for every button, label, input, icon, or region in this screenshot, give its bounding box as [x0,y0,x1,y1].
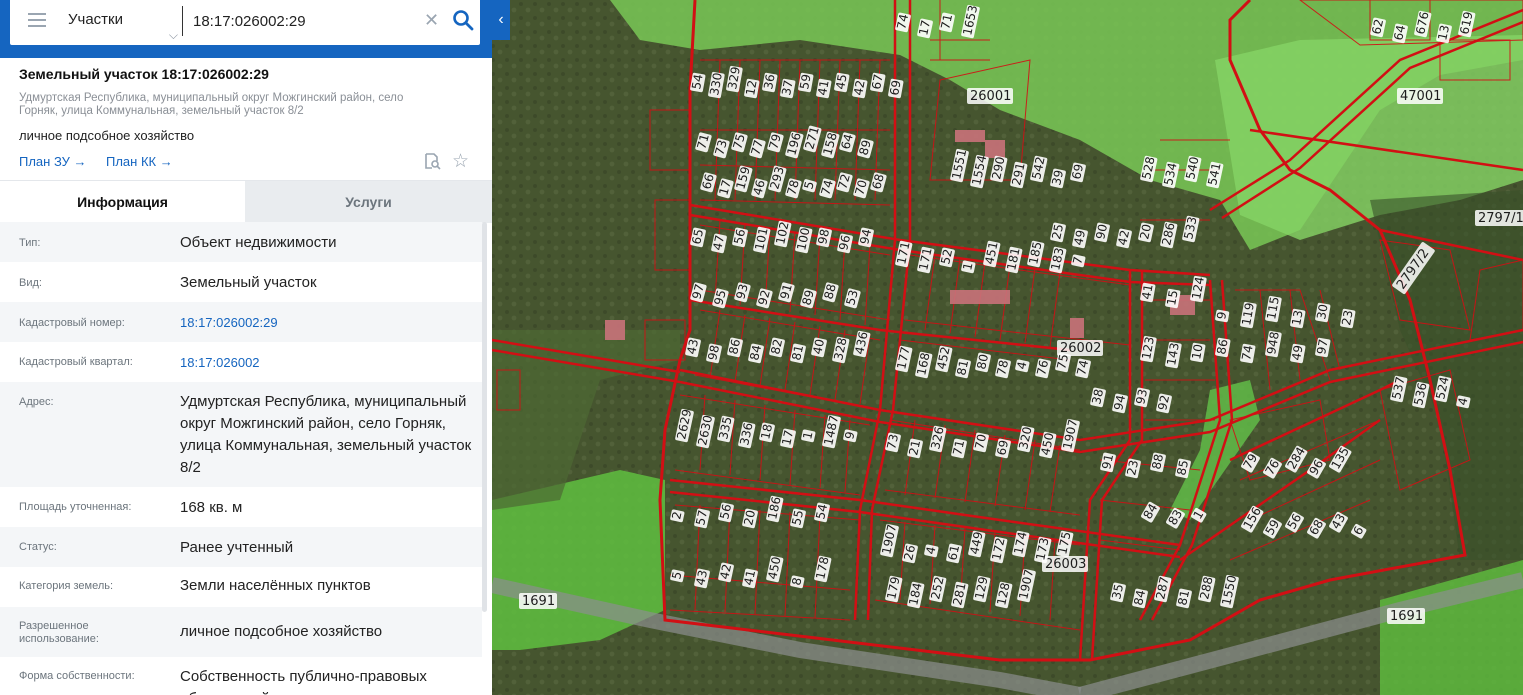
search-input[interactable] [182,6,431,36]
row-value: Собственность публично-правовых образова… [180,668,427,695]
info-panel: Участки ⌵ ✕ Земельный участок 18:17:0260… [0,0,492,695]
row-area: Площадь уточненная: 168 кв. м [0,487,482,527]
row-kind: Вид: Земельный участок [0,262,482,302]
row-permitted-use: Разрешенное использование: личное подсоб… [0,607,482,657]
row-label: Вид: [19,277,42,289]
favorite-star-icon[interactable]: ☆ [452,150,469,173]
chevron-down-icon: ⌵ [168,28,178,42]
row-cadastral-quarter: Кадастровый квартал: 18:17:026002 [0,342,482,382]
row-value: Объект недвижимости [180,234,337,251]
tab-info[interactable]: Информация [0,181,245,223]
plan-zu-link[interactable]: План ЗУ → [19,154,87,169]
cadastral-number-link[interactable]: 18:17:026002:29 [180,312,480,334]
tab-services[interactable]: Услуги [245,181,492,223]
row-ownership: Форма собственности: Собственность публи… [0,657,482,695]
row-label: Площадь уточненная: [19,501,132,513]
row-label: Разрешенное использование: [19,620,99,645]
layer-select[interactable]: Участки ⌵ [68,0,180,45]
collapse-panel-button[interactable]: ‹ [492,0,510,40]
row-value: личное подсобное хозяйство [180,623,383,640]
row-label: Адрес: [19,396,54,408]
clear-icon[interactable]: ✕ [424,10,439,31]
object-address: Удмуртская Республика, муниципальный окр… [19,92,404,117]
row-label: Тип: [19,237,41,249]
row-address: Адрес: Удмуртская Республика, муниципаль… [0,382,482,487]
row-status: Статус: Ранее учтенный [0,527,482,567]
row-value: Удмуртская Республика, муниципальный окр… [180,393,472,476]
row-label: Статус: [19,541,57,553]
row-cadastral-number: Кадастровый номер: 18:17:026002:29 [0,302,482,342]
row-label: Категория земель: [19,580,114,592]
row-label: Форма собственности: [19,670,135,682]
cadastral-quarter-link[interactable]: 18:17:026002 [180,352,480,374]
search-box: Участки ⌵ ✕ [10,0,480,45]
row-label: Кадастровый квартал: [19,356,133,368]
search-icon[interactable] [452,9,474,31]
row-value: Ранее учтенный [180,539,294,556]
row-land-category: Категория земель: Земли населённых пункт… [0,567,482,607]
header-bar: Участки ⌵ ✕ [0,0,492,58]
scrollbar[interactable] [482,222,487,612]
document-search-icon[interactable] [423,152,441,170]
object-usage: личное подсобное хозяйство [19,128,195,143]
object-title: Земельный участок 18:17:026002:29 [19,66,269,82]
row-label: Кадастровый номер: [19,317,125,329]
layer-select-value: Участки [68,11,123,28]
plan-kk-link[interactable]: План КК → [106,154,173,169]
hamburger-menu-icon[interactable] [28,13,46,31]
row-value: Земельный участок [180,274,317,291]
row-value: Земли населённых пунктов [180,577,371,594]
row-value: 168 кв. м [180,499,243,516]
row-type: Тип: Объект недвижимости [0,222,482,262]
tabs: Информация Услуги [0,180,492,223]
